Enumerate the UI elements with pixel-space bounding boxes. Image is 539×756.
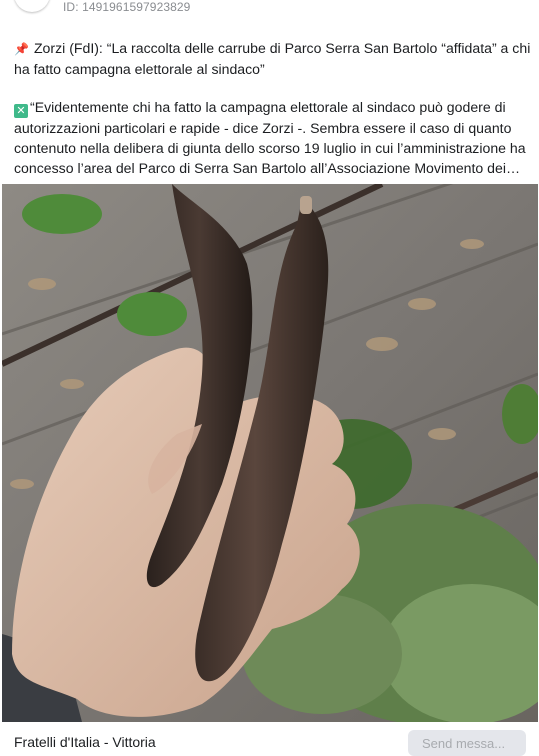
carob-pods-photo [2,184,538,722]
send-message-button[interactable]: Send messa... [408,730,526,756]
post-footer: Fratelli d'Italia - Vittoria Send messa.… [0,722,539,756]
headline-text: Zorzi (FdI): “La raccolta delle carrube … [33,40,531,56]
post-photo[interactable] [2,184,538,722]
body-line: contenuto nella delibera di giunta dello… [14,140,526,156]
page-name[interactable]: Fratelli d'Italia - Vittoria [14,734,156,750]
pushpin-icon: 📌 [14,42,29,56]
page-avatar[interactable] [14,0,50,12]
post-header: ID: 1491961597923829 [0,0,539,22]
headline-line: ha fatto campagna elettorale al sindaco” [14,61,265,77]
headline-line: 📌 Zorzi (FdI): “La raccolta delle carrube… [14,38,531,59]
body-line: autorizzazioni particolari e rapide - di… [14,120,512,136]
body-text: “Evidentemente chi ha fatto la campagna … [30,99,506,115]
post-text: 📌 Zorzi (FdI): “La raccolta delle carrube… [14,38,531,178]
post-id: ID: 1491961597923829 [63,0,191,14]
cross-mark-button-icon: ✕ [14,104,28,118]
body-line: ✕ “Evidentemente chi ha fatto la campagna… [14,97,529,118]
body-line: concesso l’area del Parco di Serra San B… [14,160,521,176]
